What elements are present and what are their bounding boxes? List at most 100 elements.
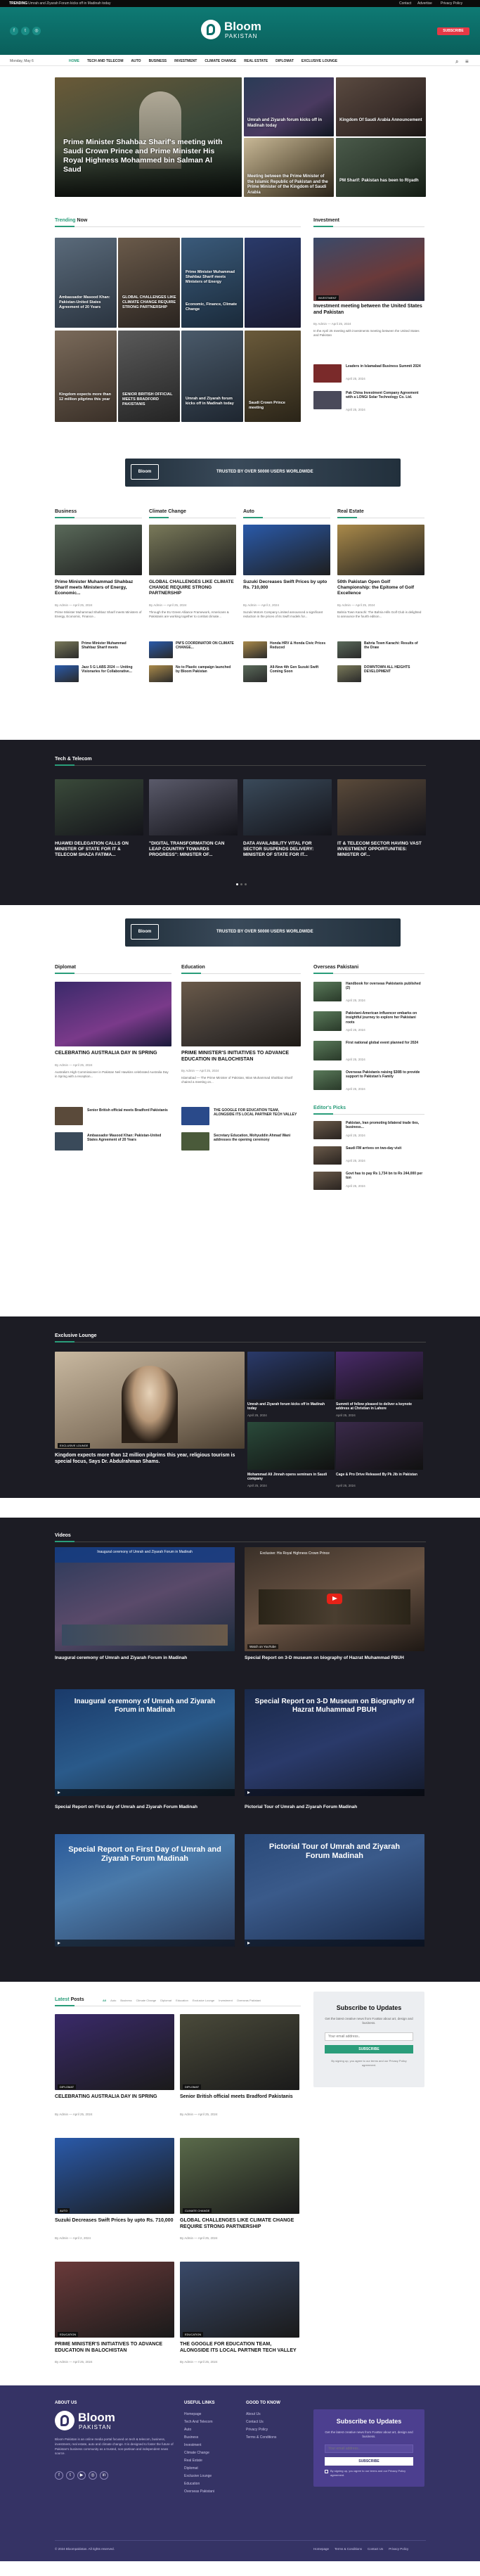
- col-0-item-0[interactable]: Prime Minister Muhammad Shahbaz Sharif m…: [82, 641, 141, 651]
- trending-card-1[interactable]: [55, 238, 117, 328]
- nav-home[interactable]: HOME: [69, 59, 79, 65]
- col-0-thumb-0[interactable]: [55, 641, 79, 658]
- education-main-title[interactable]: PRIME MINISTER'S INITIATIVES TO ADVANCE …: [181, 1051, 301, 1063]
- top-link-privacy[interactable]: Privacy Policy: [441, 1, 462, 6]
- col-1-thumb-1[interactable]: [149, 665, 173, 682]
- ad-banner-1[interactable]: Bloom TRUSTED BY OVER 50000 USERS WORLDW…: [125, 459, 401, 487]
- footer-link-10[interactable]: Overseas Pakistani: [184, 2490, 214, 2494]
- footer-email-input[interactable]: [325, 2444, 413, 2453]
- col-2-main-title[interactable]: Suzuki Decreases Swift Prices by upto Rs…: [243, 579, 330, 591]
- video-5-play-control[interactable]: [55, 1940, 235, 1947]
- investment-item-1[interactable]: Leaders in Islamabad Business Summit 202…: [346, 364, 423, 369]
- overseas-thumb-1[interactable]: [313, 1011, 342, 1031]
- latest-card-3-title[interactable]: GLOBAL CHALLENGES LIKE CLIMATE CHANGE RE…: [180, 2218, 299, 2231]
- lounge-card-2-title[interactable]: Mohammad Ali Jinnah opens seminars in Sa…: [247, 1473, 335, 1482]
- footer-bottom-link-0[interactable]: Homepage: [313, 2547, 329, 2551]
- trending-card-7[interactable]: [181, 331, 243, 422]
- education-thumb-2[interactable]: [181, 1132, 209, 1151]
- footer-link-2[interactable]: Auto: [184, 2428, 191, 2432]
- investment-thumb-2[interactable]: [313, 391, 342, 409]
- tech-card-0[interactable]: [55, 779, 143, 835]
- hero-main-title[interactable]: Prime Minister Shahbaz Sharif's meeting …: [63, 138, 232, 175]
- facebook-icon[interactable]: f: [10, 27, 18, 35]
- hero-item-3-title[interactable]: Meeting between the Prime Minister of th…: [247, 174, 330, 196]
- lounge-card-1[interactable]: [336, 1352, 423, 1399]
- tech-card-2[interactable]: [243, 779, 332, 835]
- col-1-thumb-0[interactable]: [149, 641, 173, 658]
- pick-thumb-0[interactable]: [313, 1121, 342, 1139]
- menu-icon[interactable]: ≡: [465, 58, 469, 65]
- nav-realestate[interactable]: REAL ESTATE: [244, 59, 268, 65]
- subscribe-button[interactable]: SUBSCRIBE: [437, 27, 469, 35]
- trending-card-4[interactable]: [245, 238, 301, 328]
- latest-card-2-image[interactable]: [55, 2138, 174, 2214]
- footer-link-0[interactable]: Homepage: [184, 2412, 201, 2416]
- diplomat-main-title[interactable]: CELEBRATING AUSTRALIA DAY IN SPRING: [55, 1051, 171, 1057]
- pick-item-0[interactable]: Pakistan, Iran promoting bilateral trade…: [346, 1121, 424, 1130]
- overseas-item-3[interactable]: Overseas Pakistanis raising $30B to prov…: [346, 1070, 424, 1079]
- footer-good-0[interactable]: About Us: [246, 2412, 261, 2416]
- trending-card-6-title[interactable]: SENIOR BRITISH OFFICIAL MEETS BRADFORD P…: [122, 392, 177, 407]
- footer-twitter-icon[interactable]: t: [66, 2471, 74, 2480]
- lounge-card-2[interactable]: [247, 1422, 335, 1470]
- hero-item-2-title[interactable]: Kingdom Of Saudi Arabia Announcement: [339, 118, 422, 124]
- youtube-play-icon[interactable]: [327, 1594, 342, 1604]
- investment-item-2[interactable]: Pak China Investment Company Agreement w…: [346, 391, 423, 400]
- overseas-item-1[interactable]: Pakistani-American influencer embarks on…: [346, 1011, 424, 1025]
- trending-card-1-title[interactable]: Ambassador Masood Khan: Pakistan-United …: [59, 295, 114, 310]
- subscribe-box-button[interactable]: SUBSCRIBE: [325, 2045, 413, 2053]
- latest-tab-5[interactable]: Education: [176, 1999, 188, 2002]
- education-thumb-1[interactable]: [181, 1107, 209, 1125]
- footer-link-6[interactable]: Real Estate: [184, 2459, 202, 2463]
- youtube-watch[interactable]: Watch on YouTube: [247, 1644, 278, 1649]
- col-3-thumb-0[interactable]: [337, 641, 361, 658]
- nav-tech[interactable]: TECH AND TELECOM: [87, 59, 123, 65]
- nav-diplomat[interactable]: DIPLOMAT: [275, 59, 294, 65]
- diplomat-thumb-1[interactable]: [55, 1107, 83, 1125]
- lounge-main-title[interactable]: Kingdom expects more than 12 million pil…: [55, 1453, 245, 1466]
- hero-item-4-title[interactable]: PM Sharif: Pakistan has been to Riyadh: [339, 179, 422, 184]
- trending-text[interactable]: Umrah and Ziyarah Forum kicks off in Mad…: [28, 1, 110, 6]
- nav-business[interactable]: BUSINESS: [149, 59, 167, 65]
- footer-bottom-link-2[interactable]: Contact Us: [368, 2547, 383, 2551]
- footer-link-9[interactable]: Education: [184, 2482, 200, 2486]
- latest-card-5-image[interactable]: [180, 2262, 299, 2338]
- hero-item-1-title[interactable]: Umrah and Ziyarah forum kicks off in Mad…: [247, 118, 330, 129]
- lounge-card-0[interactable]: [247, 1352, 335, 1399]
- latest-card-4-image[interactable]: [55, 2262, 174, 2338]
- pick-thumb-1[interactable]: [313, 1146, 342, 1165]
- trending-card-6[interactable]: [118, 331, 180, 422]
- video-6-play-control[interactable]: [245, 1940, 424, 1947]
- overseas-item-0[interactable]: Handbook for overseas Pakistanis publish…: [346, 982, 424, 991]
- video-4-play-control[interactable]: [245, 1789, 424, 1796]
- diplomat-item-1[interactable]: Senior British official meets Bradford P…: [87, 1108, 170, 1113]
- trending-card-2-title[interactable]: GLOBAL CHALLENGES LIKE CLIMATE CHANGE RE…: [122, 295, 177, 310]
- lounge-card-3-title[interactable]: Cage & Pro Drive Released By Pk Jib in P…: [336, 1473, 423, 1477]
- col-1-main-title[interactable]: GLOBAL CHALLENGES LIKE CLIMATE CHANGE RE…: [149, 579, 236, 596]
- latest-tab-0[interactable]: All: [103, 1999, 106, 2002]
- pick-item-2[interactable]: Govt has to pay Rs 1,734 bn to Rs 244,00…: [346, 1172, 424, 1181]
- col-2-thumb-1[interactable]: [243, 665, 267, 682]
- latest-card-1-image[interactable]: [180, 2014, 299, 2090]
- footer-link-8[interactable]: Exclusive Lounge: [184, 2474, 212, 2478]
- col-3-main-title[interactable]: 50th Pakistan Open Golf Championship: th…: [337, 579, 424, 596]
- diplomat-item-2[interactable]: Ambassador Masood Khan: Pakistan-United …: [87, 1134, 170, 1143]
- tech-card-1[interactable]: [149, 779, 238, 835]
- latest-card-0-image[interactable]: [55, 2014, 174, 2090]
- latest-card-2-title[interactable]: Suzuki Decreases Swift Prices by upto Rs…: [55, 2218, 174, 2224]
- lounge-card-3[interactable]: [336, 1422, 423, 1470]
- lounge-card-1-title[interactable]: Summit of fellow pleased to deliver a ke…: [336, 1402, 423, 1411]
- footer-logo[interactable]: Bloom PAKISTAN: [55, 2411, 132, 2432]
- lounge-main-image[interactable]: [55, 1352, 245, 1449]
- col-3-item-1[interactable]: DOWNTOWN ALL HEIGHTS DEVELOPMENT: [364, 665, 423, 674]
- footer-linkedin-icon[interactable]: in: [100, 2471, 108, 2480]
- latest-card-1-title[interactable]: Senior British official meets Bradford P…: [180, 2094, 299, 2101]
- carousel-dots[interactable]: [236, 883, 250, 886]
- ad-banner-2[interactable]: Bloom TRUSTED BY OVER 50000 USERS WORLDW…: [125, 918, 401, 947]
- investment-main-image[interactable]: [313, 238, 424, 301]
- footer-bottom-link-1[interactable]: Terms & Conditions: [335, 2547, 362, 2551]
- trending-card-3-title[interactable]: Prime Minister Muhammad Shahbaz Sharif m…: [186, 270, 240, 285]
- latest-card-3-image[interactable]: [180, 2138, 299, 2214]
- col-0-item-1[interactable]: Jazz 5 G LABS 2024 — Uniting Visionaries…: [82, 665, 141, 674]
- tech-card-3[interactable]: [337, 779, 426, 835]
